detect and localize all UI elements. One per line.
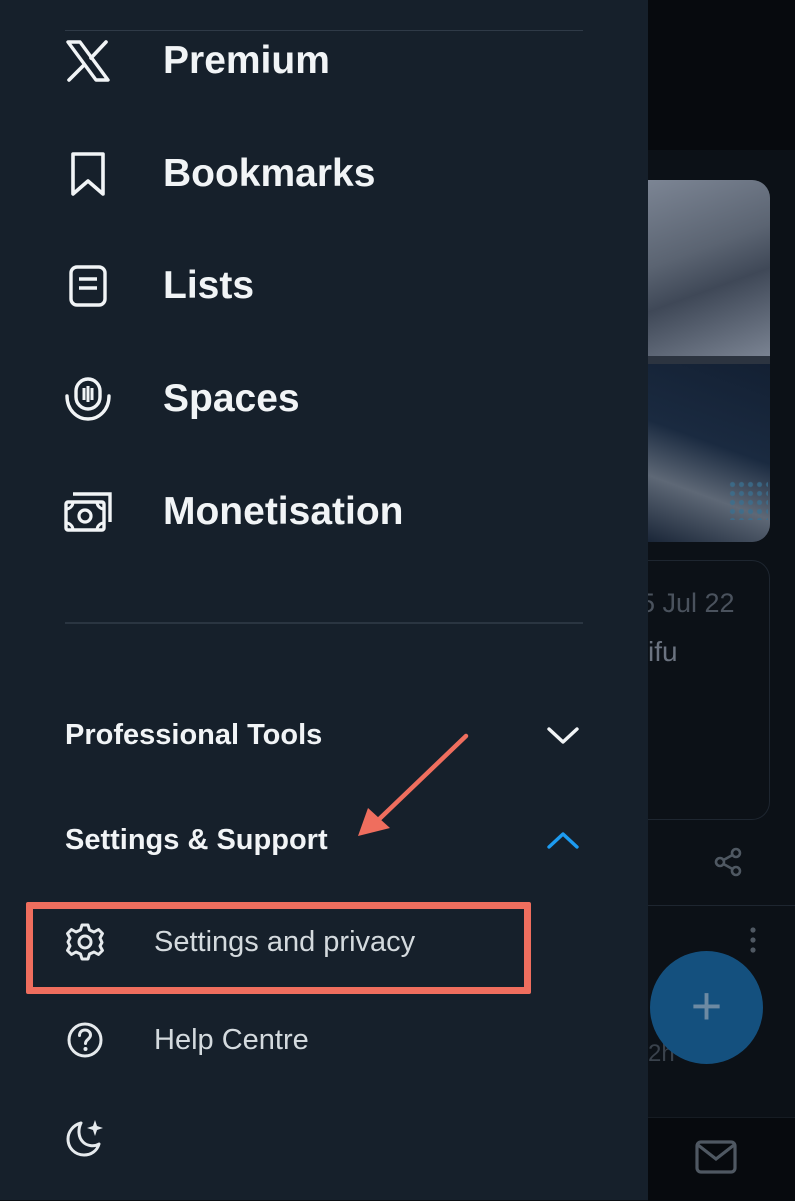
post-date: 5 Jul 22 [640,588,735,618]
menu-item-spaces[interactable]: Spaces [60,369,580,429]
x-logo-icon [60,33,116,89]
bookmark-icon [60,146,116,202]
menu-item-label: Help Centre [154,1023,309,1056]
side-drawer: Premium Bookmarks Lists Spaces Monetisat… [0,0,648,1200]
menu-item-display-theme[interactable] [62,1113,522,1163]
post-media-grid[interactable] [648,180,770,542]
menu-item-monetisation[interactable]: Monetisation [60,482,580,542]
more-vertical-icon[interactable] [748,926,758,954]
share-icon[interactable] [712,846,744,878]
post-text-snippet: ifu [648,636,678,667]
compose-post-button[interactable]: + [650,951,763,1064]
help-circle-icon [62,1017,108,1063]
drawer-divider [65,622,583,624]
section-professional-tools[interactable]: Professional Tools [65,710,585,760]
menu-item-lists[interactable]: Lists [60,256,580,316]
moon-sparkle-icon [62,1115,108,1161]
section-label: Professional Tools [65,718,323,751]
post-media-image-1[interactable] [648,180,770,356]
menu-item-label: Lists [163,264,255,307]
timeline-header [648,0,795,150]
menu-item-label: Monetisation [163,490,404,533]
menu-item-premium[interactable]: Premium [60,31,580,91]
menu-item-label: Spaces [163,377,300,420]
timeline-divider [648,905,795,906]
highlight-annotation-box [26,902,531,994]
chevron-up-icon [547,832,579,849]
menu-item-help-centre[interactable]: Help Centre [62,1015,522,1065]
list-icon [60,258,116,314]
plus-icon: + [690,975,723,1036]
section-label: Settings & Support [65,823,328,856]
section-settings-support[interactable]: Settings & Support [65,815,585,865]
menu-item-bookmarks[interactable]: Bookmarks [60,144,580,204]
pointer-arrow-annotation [358,733,469,836]
spaces-icon [60,371,116,427]
menu-item-label: Premium [163,39,330,82]
post-media-detail [728,480,768,520]
menu-item-label: Bookmarks [163,152,376,195]
money-icon [60,484,116,540]
mail-icon[interactable] [694,1137,738,1177]
chevron-down-icon [547,727,579,744]
